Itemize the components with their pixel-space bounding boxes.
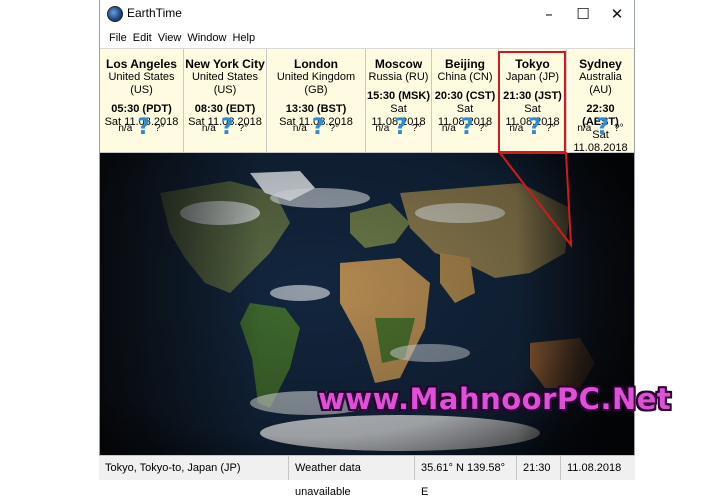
title-bar: EarthTime – ☐ ✕ — [100, 0, 634, 28]
weather-text: n/a — [201, 122, 216, 134]
weather-text: n/a — [577, 122, 592, 134]
weather-text: n/a — [375, 122, 390, 134]
city-country: China (CN) — [437, 71, 493, 83]
weather-text: n/a — [118, 122, 133, 134]
question-mark-icon: ? — [596, 115, 610, 140]
menu-edit[interactable]: Edit — [133, 32, 152, 44]
status-location: Tokyo, Tokyo-to, Japan (JP) — [99, 456, 289, 480]
city-weather: n/a ? ?° — [184, 117, 266, 139]
question-mark-icon: ? — [220, 115, 234, 140]
city-name: Los Angeles — [106, 57, 177, 71]
city-country: Russia (RU) — [368, 71, 429, 83]
city-panel-sydney[interactable]: Sydney Australia (AU) 22:30 (AEST) Sat 1… — [567, 49, 634, 154]
question-mark-icon: ? — [137, 115, 151, 140]
temperature: ?° — [412, 122, 422, 134]
menu-file[interactable]: File — [109, 32, 127, 44]
close-button[interactable]: ✕ — [600, 0, 634, 28]
window-title: EarthTime — [127, 6, 182, 20]
question-mark-icon: ? — [311, 115, 325, 140]
city-panel-new-york[interactable]: New York City United States (US) 08:30 (… — [184, 49, 267, 152]
city-name: Beijing — [444, 57, 485, 71]
temperature: ?° — [478, 122, 489, 134]
city-country: United States (US) — [191, 71, 259, 96]
watermark: www.MahnoorPC.Net — [318, 382, 672, 416]
temperature: ?° — [238, 122, 249, 134]
city-country: Australia (AU) — [579, 71, 622, 96]
city-time: 20:30 (CST) — [434, 90, 496, 102]
city-weather: n/a ? ?° — [366, 117, 431, 139]
menu-bar: File Edit View Window Help — [100, 28, 634, 49]
city-panel-los-angeles[interactable]: Los Angeles United States (US) 05:30 (PD… — [100, 49, 184, 152]
question-mark-icon: ? — [460, 115, 474, 140]
city-name: London — [294, 57, 338, 71]
menu-window[interactable]: Window — [187, 32, 226, 44]
temperature: ?° — [329, 122, 340, 134]
city-name: Sydney — [579, 57, 622, 71]
city-panel-beijing[interactable]: Beijing China (CN) 20:30 (CST) Sat 11.08… — [432, 49, 499, 152]
temperature: ?° — [614, 122, 624, 134]
weather-text: n/a — [441, 122, 456, 134]
status-date: 11.08.2018 — [567, 462, 622, 474]
city-time: 15:30 (MSK) — [367, 90, 430, 102]
city-country: United Kingdom (GB) — [276, 71, 356, 96]
city-weather: n/a ? ?° — [432, 117, 498, 139]
city-name: Moscow — [374, 57, 423, 71]
maximize-button[interactable]: ☐ — [566, 0, 600, 28]
city-weather: n/a ? ?° — [567, 117, 634, 139]
question-mark-icon: ? — [394, 115, 408, 140]
city-name: New York City — [185, 57, 265, 71]
city-weather: n/a ? ?° — [100, 117, 183, 139]
status-weather: Weather data unavailable — [289, 456, 415, 498]
city-panel-moscow[interactable]: Moscow Russia (RU) 15:30 (MSK) Sat 11.08… — [366, 49, 432, 152]
status-time: 21:30 — [517, 456, 561, 480]
minimize-button[interactable]: – — [532, 0, 566, 28]
menu-view[interactable]: View — [158, 32, 182, 44]
temperature: ?° — [155, 122, 165, 134]
menu-help[interactable]: Help — [232, 32, 255, 44]
city-weather: n/a ? ?° — [267, 117, 365, 139]
status-bar: Tokyo, Tokyo-to, Japan (JP) Weather data… — [99, 455, 635, 498]
city-country: United States (US) — [108, 71, 175, 96]
city-panel-london[interactable]: London United Kingdom (GB) 13:30 (BST) S… — [267, 49, 366, 152]
tokyo-highlight-box — [498, 51, 566, 153]
weather-text: n/a — [292, 122, 307, 134]
status-coordinates: 35.61° N 139.58° E — [415, 456, 517, 498]
globe-icon[interactable] — [107, 6, 123, 22]
